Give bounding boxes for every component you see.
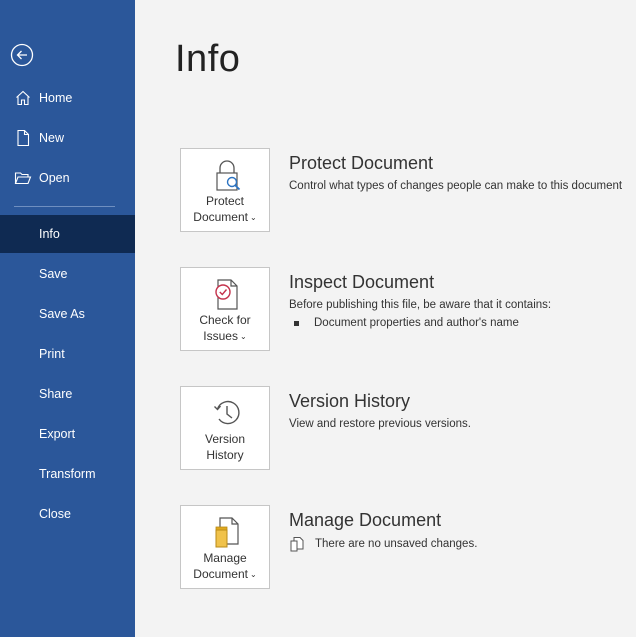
back-arrow-icon [10, 43, 34, 67]
sidebar-item-label: Save [39, 267, 68, 281]
version-history-section: Version History View and restore previou… [289, 390, 471, 432]
sidebar-item-label: Share [39, 387, 73, 401]
inspect-document-icon [215, 279, 238, 310]
sidebar-item-save-as[interactable]: Save As [0, 295, 135, 333]
sidebar-item-label: Transform [39, 467, 96, 481]
sidebar-item-label: New [39, 131, 65, 145]
protect-document-label: Protect Document ⌄ [193, 194, 257, 224]
protect-document-button[interactable]: Protect Document ⌄ [180, 148, 270, 232]
lock-icon [216, 160, 241, 191]
sidebar-item-label: Info [39, 227, 60, 241]
sidebar-item-label: Home [39, 91, 73, 105]
version-history-label: Version History [204, 432, 246, 462]
backstage-sidebar: Home New Open Info Save Save As Print Sh… [0, 0, 135, 637]
back-button[interactable] [10, 43, 34, 67]
section-title: Inspect Document [289, 272, 435, 292]
sidebar-item-export[interactable]: Export [0, 415, 135, 453]
manage-document-button[interactable]: Manage Document ⌄ [180, 505, 270, 589]
sidebar-item-label: Save As [39, 307, 85, 321]
sidebar-item-info[interactable]: Info [0, 215, 135, 253]
sidebar-item-label: Export [39, 427, 76, 441]
check-for-issues-label: Check for Issues ⌄ [199, 313, 251, 343]
section-title: Version History [289, 391, 411, 411]
bullet-icon [294, 321, 299, 326]
sidebar-item-print[interactable]: Print [0, 335, 135, 373]
manage-document-label: Manage Document ⌄ [193, 551, 257, 581]
section-description: Control what types of changes people can… [289, 180, 623, 192]
inspect-document-section: Inspect Document Before publishing this … [289, 271, 551, 331]
sidebar-divider [14, 206, 115, 207]
page-title: Info [175, 38, 241, 80]
chevron-down-icon: ⌄ [250, 570, 257, 579]
chevron-down-icon: ⌄ [250, 213, 257, 222]
manage-document-icon [215, 517, 239, 548]
manage-document-section: Manage Document There are no unsaved cha… [289, 509, 477, 552]
sidebar-item-new[interactable]: New [0, 119, 135, 157]
version-history-button[interactable]: Version History [180, 386, 270, 470]
sidebar-item-close[interactable]: Close [0, 495, 135, 533]
sidebar-item-label: Print [39, 347, 65, 361]
document-status-icon [290, 537, 304, 552]
info-pane: Info Protect Document ⌄ Protect Document … [135, 0, 636, 637]
history-clock-icon [214, 400, 240, 425]
open-folder-icon [14, 172, 32, 185]
sidebar-item-home[interactable]: Home [0, 79, 135, 117]
section-title: Manage Document [289, 510, 442, 530]
unsaved-status: There are no unsaved changes. [289, 536, 477, 552]
sidebar-item-save[interactable]: Save [0, 255, 135, 293]
section-description: Before publishing this file, be aware th… [289, 299, 552, 311]
sidebar-item-open[interactable]: Open [0, 159, 135, 197]
section-description: View and restore previous versions. [289, 418, 471, 430]
home-icon [16, 90, 30, 106]
chevron-down-icon: ⌄ [239, 332, 247, 341]
section-title: Protect Document [289, 153, 434, 173]
new-document-icon [17, 129, 30, 147]
sidebar-item-label: Open [39, 171, 70, 185]
protect-document-section: Protect Document Control what types of c… [289, 152, 622, 194]
sidebar-item-label: Close [39, 507, 71, 521]
check-for-issues-button[interactable]: Check for Issues ⌄ [180, 267, 270, 351]
sidebar-item-transform[interactable]: Transform [0, 455, 135, 493]
sidebar-item-share[interactable]: Share [0, 375, 135, 413]
list-item: Document properties and author's name [289, 315, 551, 331]
